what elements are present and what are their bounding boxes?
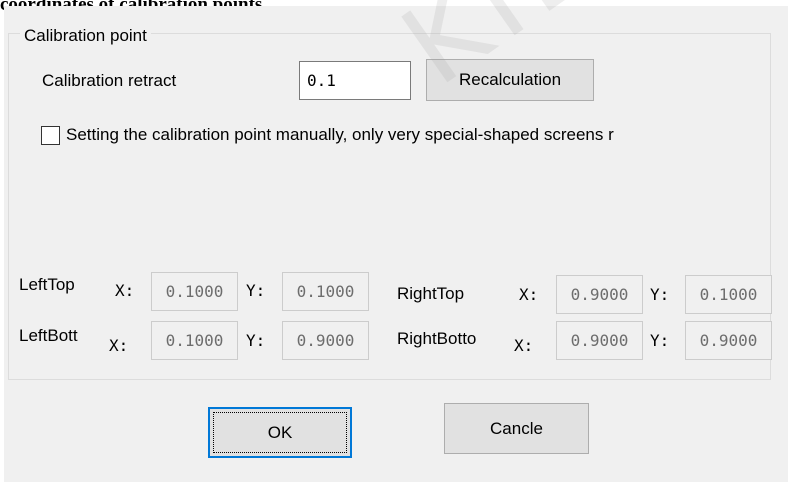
- left-top-y-label: Y:: [246, 281, 266, 300]
- right-bottom-y-label: Y:: [650, 331, 670, 350]
- right-bottom-y-field[interactable]: 0.9000: [685, 321, 772, 360]
- left-bottom-x-label: X:: [109, 336, 129, 355]
- calibration-retract-input[interactable]: 0.1: [299, 61, 411, 100]
- recalculation-button[interactable]: Recalculation: [426, 59, 594, 101]
- right-top-y-field[interactable]: 0.1000: [685, 275, 772, 314]
- right-bottom-x-field[interactable]: 0.9000: [556, 321, 643, 360]
- right-bottom-x-label: X:: [514, 336, 534, 355]
- left-top-y-field[interactable]: 0.1000: [282, 272, 369, 311]
- left-top-label: LeftTop: [19, 275, 75, 294]
- manual-calibration-checkbox[interactable]: [41, 126, 60, 145]
- calibration-retract-label: Calibration retract: [42, 71, 177, 90]
- left-bottom-x-field[interactable]: 0.1000: [151, 321, 238, 360]
- ok-button[interactable]: OK: [208, 407, 352, 458]
- groupbox-title: Calibration point: [20, 27, 151, 45]
- right-top-x-label: X:: [519, 285, 539, 304]
- left-bottom-y-label: Y:: [246, 331, 266, 350]
- left-top-x-label: X:: [115, 281, 135, 300]
- cancel-button[interactable]: Cancle: [444, 403, 589, 454]
- right-bottom-label: RightBotto: [397, 329, 477, 348]
- right-top-x-field[interactable]: 0.9000: [556, 275, 643, 314]
- right-top-y-label: Y:: [650, 285, 670, 304]
- left-bottom-y-field[interactable]: 0.9000: [282, 321, 369, 360]
- right-top-label: RightTop: [397, 284, 465, 303]
- left-bottom-label: LeftBott: [19, 326, 78, 345]
- left-top-x-field[interactable]: 0.1000: [151, 272, 238, 311]
- manual-calibration-label: Setting the calibration point manually, …: [66, 125, 614, 144]
- focus-rectangle: [213, 412, 347, 453]
